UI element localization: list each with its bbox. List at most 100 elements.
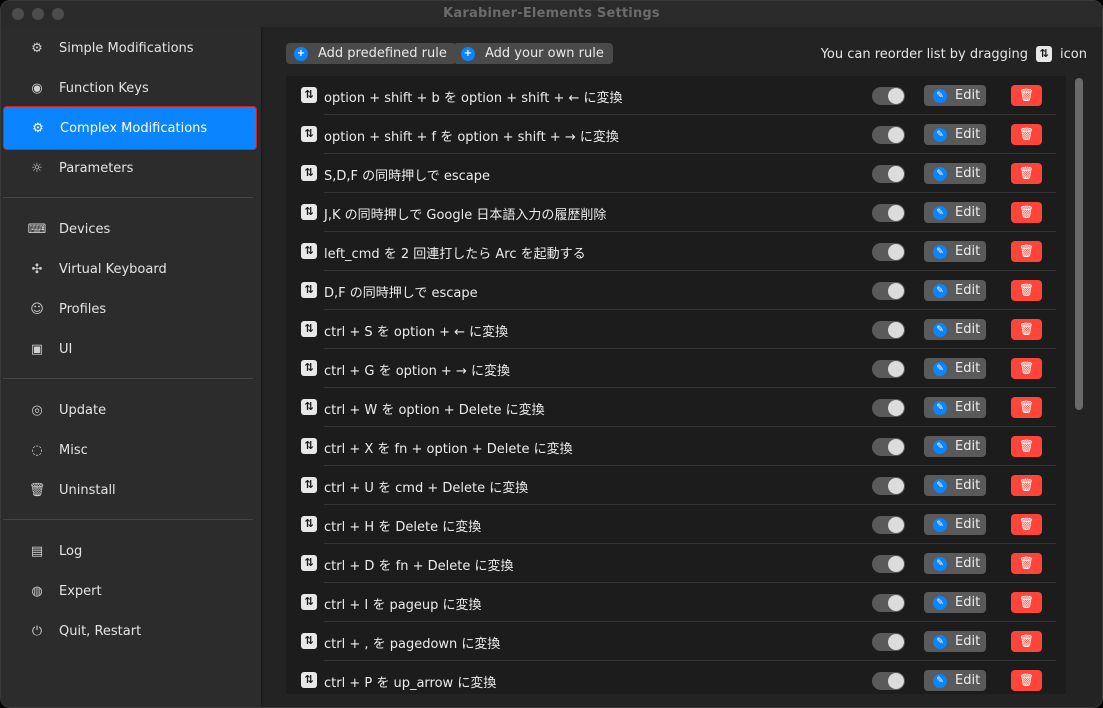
rule-enable-toggle[interactable] xyxy=(872,399,905,417)
delete-rule-button[interactable]: 🗑 xyxy=(1011,475,1042,496)
delete-rule-button[interactable]: 🗑 xyxy=(1011,163,1042,184)
trash-icon: 🗑 xyxy=(1018,517,1035,531)
drag-handle-icon[interactable]: ⇅ xyxy=(301,126,317,142)
rule-row: ⇅ J,K の同時押しで Google 日本語入力の履歴削除 ✎ Edit 🗑 xyxy=(286,193,1056,232)
rule-enable-toggle[interactable] xyxy=(872,516,905,534)
drag-handle-icon[interactable]: ⇅ xyxy=(301,282,317,298)
drag-handle-icon[interactable]: ⇅ xyxy=(301,204,317,220)
delete-rule-button[interactable]: 🗑 xyxy=(1011,592,1042,613)
sidebar-item-log[interactable]: ▤ Log xyxy=(3,529,257,573)
delete-rule-button[interactable]: 🗑 xyxy=(1011,514,1042,535)
sidebar-item-uninstall[interactable]: 🗑 Uninstall xyxy=(3,468,257,512)
rule-row: ⇅ ctrl + W を option + Delete に変換 ✎ Edit 🗑 xyxy=(286,388,1056,427)
sidebar-item-simple-modifications[interactable]: ⚙ Simple Modifications xyxy=(3,26,257,70)
drag-handle-icon[interactable]: ⇅ xyxy=(301,399,317,415)
drag-handle-icon[interactable]: ⇅ xyxy=(301,438,317,454)
add-own-rule-button[interactable]: + Add your own rule xyxy=(453,43,613,64)
edit-rule-button[interactable]: ✎ Edit xyxy=(924,163,986,184)
rule-enable-toggle[interactable] xyxy=(872,165,905,183)
rule-row: ⇅ ctrl + G を option + → に変換 ✎ Edit 🗑 xyxy=(286,349,1056,388)
drag-handle-icon[interactable]: ⇅ xyxy=(301,594,317,610)
edit-rule-button[interactable]: ✎ Edit xyxy=(924,358,986,379)
edit-rule-button[interactable]: ✎ Edit xyxy=(924,319,986,340)
sidebar-item-parameters[interactable]: ☼ Parameters xyxy=(3,146,257,190)
drag-handle-icon[interactable]: ⇅ xyxy=(301,360,317,376)
rule-enable-toggle[interactable] xyxy=(872,438,905,456)
edit-rule-button[interactable]: ✎ Edit xyxy=(924,592,986,613)
pencil-icon: ✎ xyxy=(933,478,947,493)
sidebar-item-update[interactable]: ◎ Update xyxy=(3,388,257,432)
drag-handle-icon[interactable]: ⇅ xyxy=(301,633,317,649)
edit-rule-button[interactable]: ✎ Edit xyxy=(924,280,986,301)
pencil-icon: ✎ xyxy=(933,166,947,181)
rule-enable-toggle[interactable] xyxy=(872,477,905,495)
delete-rule-button[interactable]: 🗑 xyxy=(1011,631,1042,652)
sidebar-item-profiles[interactable]: ☺ Profiles xyxy=(3,287,257,331)
edit-rule-button[interactable]: ✎ Edit xyxy=(924,436,986,457)
edit-rule-button[interactable]: ✎ Edit xyxy=(924,631,986,652)
trash-icon: 🗑 xyxy=(1018,634,1035,648)
delete-rule-button[interactable]: 🗑 xyxy=(1011,319,1042,340)
rule-enable-toggle[interactable] xyxy=(872,594,905,612)
delete-rule-button[interactable]: 🗑 xyxy=(1011,202,1042,223)
rule-enable-toggle[interactable] xyxy=(872,243,905,261)
edit-rule-button[interactable]: ✎ Edit xyxy=(924,475,986,496)
rule-enable-toggle[interactable] xyxy=(872,87,905,105)
drag-handle-icon[interactable]: ⇅ xyxy=(301,477,317,493)
delete-rule-button[interactable]: 🗑 xyxy=(1011,553,1042,574)
trash-icon: 🗑 xyxy=(1018,556,1035,570)
drag-handle-icon[interactable]: ⇅ xyxy=(301,321,317,337)
delete-rule-button[interactable]: 🗑 xyxy=(1011,358,1042,379)
delete-rule-button[interactable]: 🗑 xyxy=(1011,124,1042,145)
delete-rule-button[interactable]: 🗑 xyxy=(1011,670,1042,691)
rule-enable-toggle[interactable] xyxy=(872,360,905,378)
rule-row: ⇅ ctrl + D を fn + Delete に変換 ✎ Edit 🗑 xyxy=(286,544,1056,583)
rule-description: D,F の同時押しで escape xyxy=(324,286,478,301)
drag-handle-icon[interactable]: ⇅ xyxy=(301,672,317,688)
sidebar-item-quit-restart[interactable]: ⏻ Quit, Restart xyxy=(3,609,257,653)
delete-rule-button[interactable]: 🗑 xyxy=(1011,280,1042,301)
rule-enable-toggle[interactable] xyxy=(872,321,905,339)
drag-handle-icon[interactable]: ⇅ xyxy=(301,165,317,181)
drag-handle-icon[interactable]: ⇅ xyxy=(301,243,317,259)
rule-enable-toggle[interactable] xyxy=(872,126,905,144)
edit-rule-button[interactable]: ✎ Edit xyxy=(924,85,986,106)
rule-enable-toggle[interactable] xyxy=(872,672,905,690)
rule-enable-toggle[interactable] xyxy=(872,282,905,300)
edit-rule-button[interactable]: ✎ Edit xyxy=(924,202,986,223)
add-predefined-rule-button[interactable]: + Add predefined rule xyxy=(286,43,456,64)
edit-rule-button[interactable]: ✎ Edit xyxy=(924,124,986,145)
rule-description: ctrl + S を option + ← に変換 xyxy=(324,325,509,340)
rule-enable-toggle[interactable] xyxy=(872,204,905,222)
sidebar-item-devices[interactable]: ⌨ Devices xyxy=(3,207,257,251)
drag-handle-icon[interactable]: ⇅ xyxy=(301,555,317,571)
sidebar-item-complex-modifications[interactable]: ⚙ Complex Modifications xyxy=(3,106,257,150)
edit-rule-button[interactable]: ✎ Edit xyxy=(924,241,986,262)
delete-rule-button[interactable]: 🗑 xyxy=(1011,397,1042,418)
delete-rule-button[interactable]: 🗑 xyxy=(1011,241,1042,262)
rule-row: ⇅ option + shift + b を option + shift + ←… xyxy=(286,76,1056,115)
sidebar-item-function-keys[interactable]: ◉ Function Keys xyxy=(3,66,257,110)
sidebar-item-ui[interactable]: ▣ UI xyxy=(3,327,257,371)
edit-rule-button[interactable]: ✎ Edit xyxy=(924,397,986,418)
edit-rule-button[interactable]: ✎ Edit xyxy=(924,514,986,535)
trash-icon: 🗑 xyxy=(1018,322,1035,336)
sidebar-item-label: UI xyxy=(59,341,73,357)
edit-rule-button[interactable]: ✎ Edit xyxy=(924,670,986,691)
delete-rule-button[interactable]: 🗑 xyxy=(1011,85,1042,106)
main-pane: + Add predefined rule + Add your own rul… xyxy=(263,27,1102,707)
sidebar-item-virtual-keyboard[interactable]: ✣ Virtual Keyboard xyxy=(3,247,257,291)
rule-enable-toggle[interactable] xyxy=(872,633,905,651)
title-bar: Karabiner-Elements Settings xyxy=(1,1,1102,27)
pencil-icon: ✎ xyxy=(933,439,947,454)
sidebar-item-label: Simple Modifications xyxy=(59,40,194,56)
sidebar-item-expert[interactable]: ◍ Expert xyxy=(3,569,257,613)
rule-enable-toggle[interactable] xyxy=(872,555,905,573)
edit-rule-button[interactable]: ✎ Edit xyxy=(924,553,986,574)
drag-handle-icon[interactable]: ⇅ xyxy=(301,87,317,103)
sidebar-item-misc[interactable]: ◌ Misc xyxy=(3,428,257,472)
delete-rule-button[interactable]: 🗑 xyxy=(1011,436,1042,457)
toggle-knob xyxy=(888,88,904,104)
drag-handle-icon[interactable]: ⇅ xyxy=(301,516,317,532)
scrollbar-thumb[interactable] xyxy=(1075,78,1083,410)
